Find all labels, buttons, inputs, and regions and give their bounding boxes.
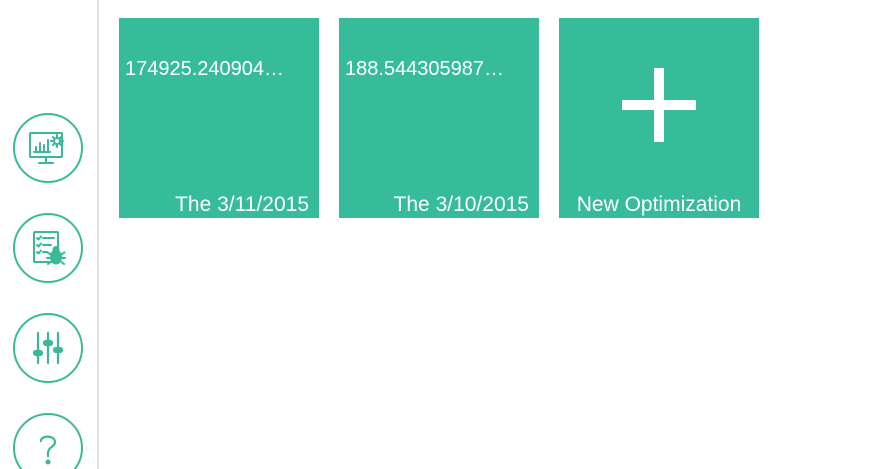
sliders-icon: [32, 331, 64, 365]
help-icon: [39, 435, 57, 465]
tile-date: The 3/10/2015: [393, 193, 529, 216]
new-optimization-button[interactable]: New Optimization: [559, 18, 759, 218]
plus-icon: [622, 68, 696, 142]
app-window: 174925.240904… The 3/11/2015 188.5443059…: [0, 0, 895, 469]
tile-value: 188.544305987…: [345, 58, 505, 80]
optimization-tile[interactable]: 174925.240904… The 3/11/2015: [119, 18, 319, 218]
checklist-bug-icon: [33, 231, 66, 265]
sidebar-item-help[interactable]: [13, 413, 83, 469]
tile-date: The 3/11/2015: [175, 193, 309, 216]
tile-value: 174925.240904…: [125, 58, 285, 80]
sidebar: [0, 0, 99, 469]
optimization-tile[interactable]: 188.544305987… The 3/10/2015: [339, 18, 539, 218]
new-optimization-label: New Optimization: [576, 193, 742, 216]
sidebar-item-settings[interactable]: [13, 313, 83, 383]
sidebar-item-dashboard[interactable]: [13, 113, 83, 183]
monitor-dashboard-icon: [29, 132, 64, 164]
sidebar-item-debug[interactable]: [13, 213, 83, 283]
